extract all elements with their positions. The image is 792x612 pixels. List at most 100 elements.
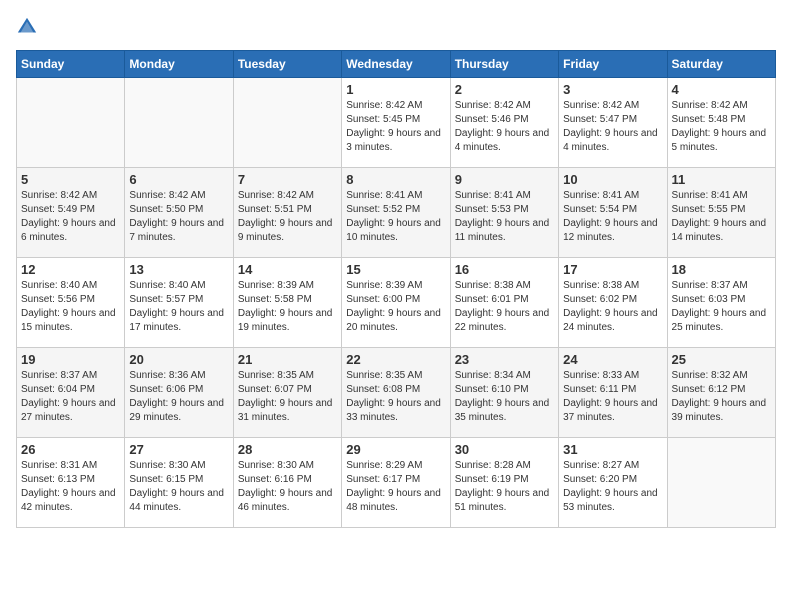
weekday-header-sunday: Sunday [17,51,125,78]
logo-icon [16,16,38,38]
day-number: 20 [129,352,228,367]
day-info: Sunrise: 8:38 AM Sunset: 6:01 PM Dayligh… [455,279,554,335]
weekday-header-saturday: Saturday [667,51,775,78]
day-number: 21 [238,352,337,367]
day-info: Sunrise: 8:41 AM Sunset: 5:53 PM Dayligh… [455,189,554,245]
weekday-header-monday: Monday [125,51,233,78]
day-info: Sunrise: 8:37 AM Sunset: 6:04 PM Dayligh… [21,369,120,425]
day-cell: 10 Sunrise: 8:41 AM Sunset: 5:54 PM Dayli… [559,168,667,258]
day-number: 14 [238,262,337,277]
day-info: Sunrise: 8:42 AM Sunset: 5:49 PM Dayligh… [21,189,120,245]
day-cell: 7 Sunrise: 8:42 AM Sunset: 5:51 PM Daylig… [233,168,341,258]
day-cell [233,78,341,168]
page-header [16,16,776,38]
day-cell: 16Sunrise: 8:38 AM Sunset: 6:01 PM Dayli… [450,258,558,348]
day-cell: 5Sunrise: 8:42 AM Sunset: 5:49 PM Daylig… [17,168,125,258]
day-info: Sunrise: 8:42 AM Sunset: 5:45 PM Dayligh… [346,99,445,155]
day-cell: 4 Sunrise: 8:42 AM Sunset: 5:48 PM Daylig… [667,78,775,168]
day-number: 13 [129,262,228,277]
day-cell: 14 Sunrise: 8:39 AM Sunset: 5:58 PM Dayli… [233,258,341,348]
day-cell [17,78,125,168]
day-info: Sunrise: 8:38 AM Sunset: 6:02 PM Dayligh… [563,279,662,335]
day-cell: 9 Sunrise: 8:41 AM Sunset: 5:53 PM Daylig… [450,168,558,258]
week-row-1: 1 Sunrise: 8:42 AM Sunset: 5:45 PM Daylig… [17,78,776,168]
day-info: Sunrise: 8:30 AM Sunset: 6:15 PM Dayligh… [129,459,228,515]
day-number: 29 [346,442,445,457]
day-number: 15 [346,262,445,277]
day-cell: 3 Sunrise: 8:42 AM Sunset: 5:47 PM Daylig… [559,78,667,168]
day-number: 24 [563,352,662,367]
day-info: Sunrise: 8:40 AM Sunset: 5:57 PM Dayligh… [129,279,228,335]
day-cell: 24 Sunrise: 8:33 AM Sunset: 6:11 PM Dayli… [559,348,667,438]
day-number: 1 [346,82,445,97]
weekday-header-row: SundayMondayTuesdayWednesdayThursdayFrid… [17,51,776,78]
day-number: 23 [455,352,554,367]
day-number: 22 [346,352,445,367]
day-cell: 29 Sunrise: 8:29 AM Sunset: 6:17 PM Dayli… [342,438,450,528]
day-cell: 18 Sunrise: 8:37 AM Sunset: 6:03 PM Dayli… [667,258,775,348]
calendar-table: SundayMondayTuesdayWednesdayThursdayFrid… [16,50,776,528]
day-info: Sunrise: 8:31 AM Sunset: 6:13 PM Dayligh… [21,459,120,515]
day-cell: 12Sunrise: 8:40 AM Sunset: 5:56 PM Dayli… [17,258,125,348]
day-number: 9 [455,172,554,187]
day-number: 17 [563,262,662,277]
day-cell: 30Sunrise: 8:28 AM Sunset: 6:19 PM Dayli… [450,438,558,528]
day-cell: 8Sunrise: 8:41 AM Sunset: 5:52 PM Daylig… [342,168,450,258]
day-cell: 1 Sunrise: 8:42 AM Sunset: 5:45 PM Daylig… [342,78,450,168]
day-info: Sunrise: 8:42 AM Sunset: 5:50 PM Dayligh… [129,189,228,245]
weekday-header-friday: Friday [559,51,667,78]
day-info: Sunrise: 8:34 AM Sunset: 6:10 PM Dayligh… [455,369,554,425]
day-number: 26 [21,442,120,457]
day-info: Sunrise: 8:41 AM Sunset: 5:55 PM Dayligh… [672,189,771,245]
day-number: 7 [238,172,337,187]
logo [16,16,42,38]
week-row-4: 19 Sunrise: 8:37 AM Sunset: 6:04 PM Dayli… [17,348,776,438]
day-number: 27 [129,442,228,457]
day-info: Sunrise: 8:33 AM Sunset: 6:11 PM Dayligh… [563,369,662,425]
day-number: 18 [672,262,771,277]
day-info: Sunrise: 8:30 AM Sunset: 6:16 PM Dayligh… [238,459,337,515]
day-number: 11 [672,172,771,187]
day-cell: 2 Sunrise: 8:42 AM Sunset: 5:46 PM Daylig… [450,78,558,168]
day-info: Sunrise: 8:28 AM Sunset: 6:19 PM Dayligh… [455,459,554,515]
day-number: 6 [129,172,228,187]
day-info: Sunrise: 8:42 AM Sunset: 5:47 PM Dayligh… [563,99,662,155]
day-info: Sunrise: 8:36 AM Sunset: 6:06 PM Dayligh… [129,369,228,425]
weekday-header-tuesday: Tuesday [233,51,341,78]
day-cell: 28 Sunrise: 8:30 AM Sunset: 6:16 PM Dayli… [233,438,341,528]
week-row-5: 26 Sunrise: 8:31 AM Sunset: 6:13 PM Dayli… [17,438,776,528]
day-info: Sunrise: 8:29 AM Sunset: 6:17 PM Dayligh… [346,459,445,515]
day-number: 31 [563,442,662,457]
day-info: Sunrise: 8:39 AM Sunset: 5:58 PM Dayligh… [238,279,337,335]
day-cell [667,438,775,528]
day-info: Sunrise: 8:39 AM Sunset: 6:00 PM Dayligh… [346,279,445,335]
day-number: 12 [21,262,120,277]
day-info: Sunrise: 8:27 AM Sunset: 6:20 PM Dayligh… [563,459,662,515]
day-info: Sunrise: 8:35 AM Sunset: 6:07 PM Dayligh… [238,369,337,425]
day-cell: 17 Sunrise: 8:38 AM Sunset: 6:02 PM Dayli… [559,258,667,348]
week-row-3: 12Sunrise: 8:40 AM Sunset: 5:56 PM Dayli… [17,258,776,348]
day-cell [125,78,233,168]
day-number: 19 [21,352,120,367]
weekday-header-wednesday: Wednesday [342,51,450,78]
day-number: 28 [238,442,337,457]
day-cell: 27 Sunrise: 8:30 AM Sunset: 6:15 PM Dayli… [125,438,233,528]
day-info: Sunrise: 8:41 AM Sunset: 5:54 PM Dayligh… [563,189,662,245]
day-cell: 20 Sunrise: 8:36 AM Sunset: 6:06 PM Dayli… [125,348,233,438]
day-cell: 11 Sunrise: 8:41 AM Sunset: 5:55 PM Dayli… [667,168,775,258]
day-info: Sunrise: 8:42 AM Sunset: 5:46 PM Dayligh… [455,99,554,155]
day-info: Sunrise: 8:37 AM Sunset: 6:03 PM Dayligh… [672,279,771,335]
day-info: Sunrise: 8:35 AM Sunset: 6:08 PM Dayligh… [346,369,445,425]
day-cell: 22 Sunrise: 8:35 AM Sunset: 6:08 PM Dayli… [342,348,450,438]
week-row-2: 5Sunrise: 8:42 AM Sunset: 5:49 PM Daylig… [17,168,776,258]
day-info: Sunrise: 8:42 AM Sunset: 5:51 PM Dayligh… [238,189,337,245]
day-number: 2 [455,82,554,97]
day-number: 25 [672,352,771,367]
day-cell: 25Sunrise: 8:32 AM Sunset: 6:12 PM Dayli… [667,348,775,438]
day-number: 10 [563,172,662,187]
day-info: Sunrise: 8:42 AM Sunset: 5:48 PM Dayligh… [672,99,771,155]
day-number: 4 [672,82,771,97]
day-number: 3 [563,82,662,97]
day-cell: 23 Sunrise: 8:34 AM Sunset: 6:10 PM Dayli… [450,348,558,438]
day-cell: 21 Sunrise: 8:35 AM Sunset: 6:07 PM Dayli… [233,348,341,438]
